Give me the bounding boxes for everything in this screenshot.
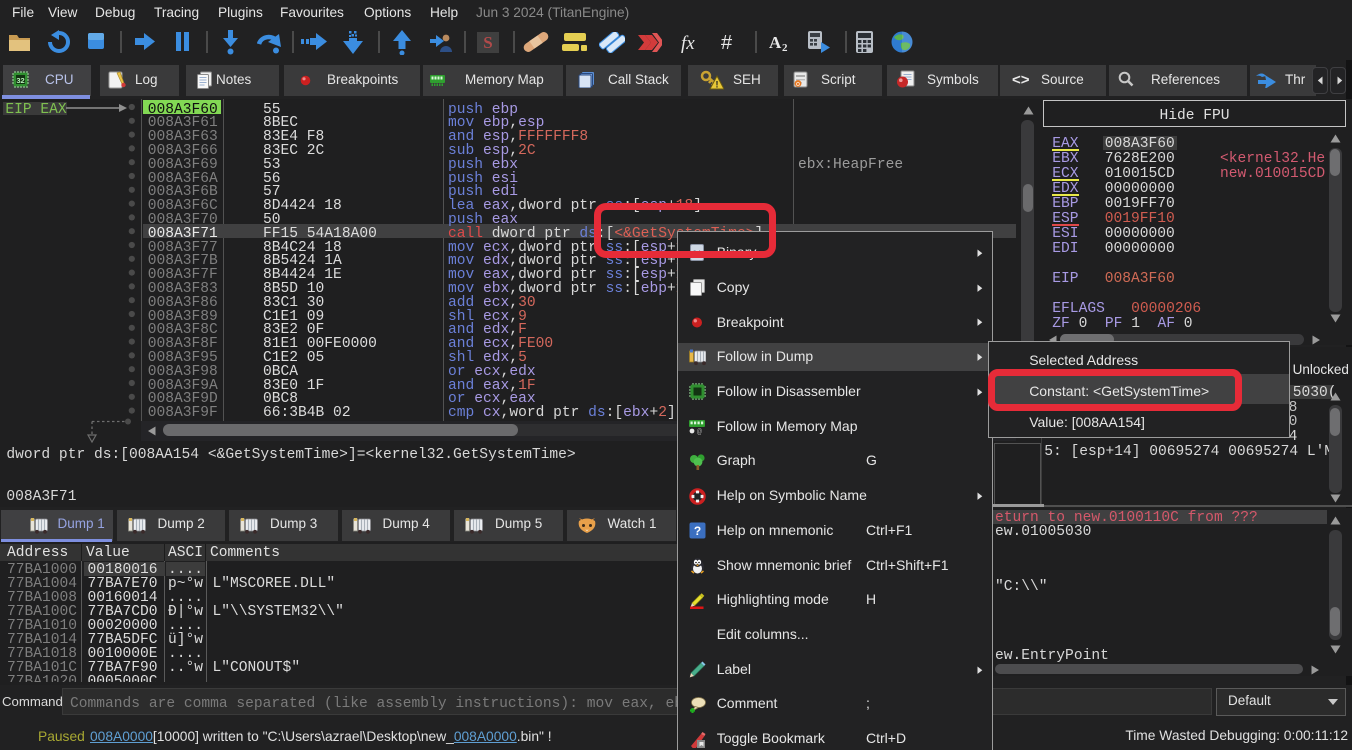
svg-text:o: o [796, 81, 800, 88]
svg-text:<>: <> [1012, 72, 1030, 87]
svg-text:S: S [483, 33, 492, 52]
svg-text:@: @ [697, 428, 702, 435]
svg-text:?: ? [694, 524, 701, 538]
svg-text:32: 32 [16, 76, 24, 85]
svg-text:!: ! [716, 80, 719, 90]
svg-text:fx: fx [681, 33, 695, 54]
svg-text:A: A [769, 33, 782, 52]
svg-text:2: 2 [782, 42, 788, 53]
svg-text:#: # [721, 32, 733, 54]
